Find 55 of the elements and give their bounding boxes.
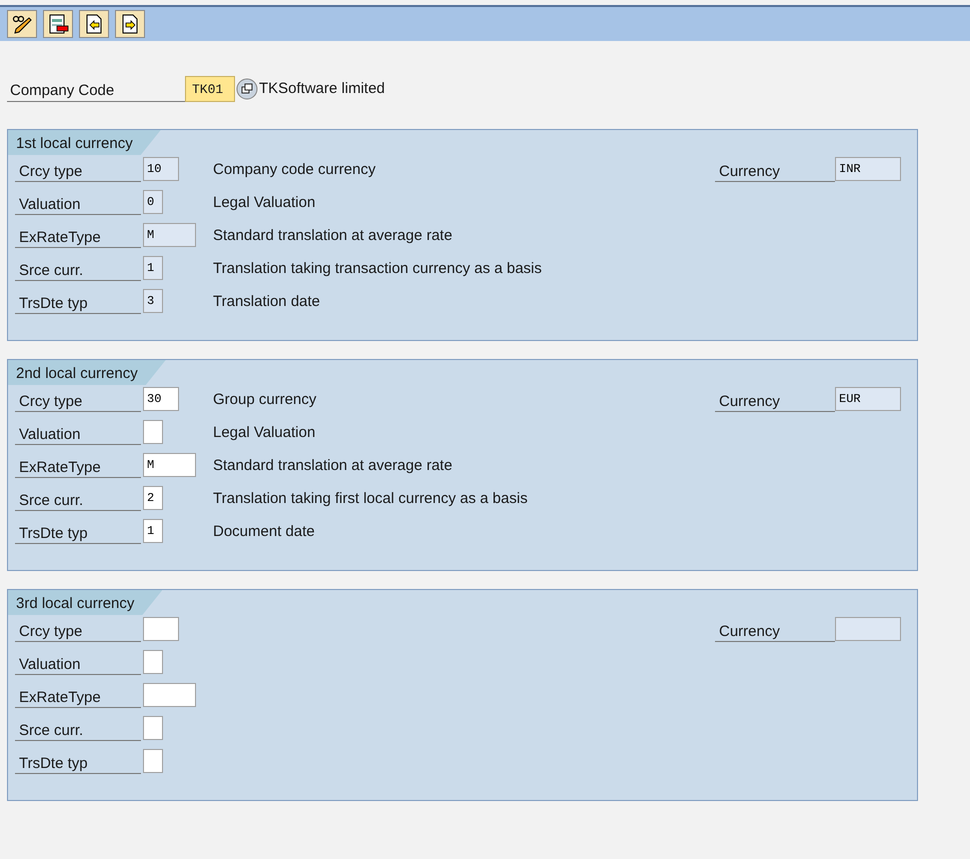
- input-field[interactable]: [143, 716, 163, 740]
- input-field[interactable]: [835, 617, 901, 641]
- description-text: Legal Valuation: [213, 422, 316, 443]
- field-label: ExRateType: [15, 222, 141, 248]
- description-text: Translation taking first local currency as a basis: [213, 488, 528, 509]
- description-text: Standard translation at average rate: [213, 456, 452, 476]
- input-field[interactable]: INR: [835, 157, 901, 181]
- popup-window-icon[interactable]: [236, 78, 258, 100]
- field-label: Valuation: [15, 189, 141, 215]
- field-label: Valuation: [15, 419, 141, 445]
- description-text: Document date: [213, 522, 315, 542]
- input-field[interactable]: 30: [143, 387, 179, 411]
- input-field[interactable]: [143, 617, 179, 641]
- input-field[interactable]: [143, 683, 196, 707]
- input-field[interactable]: 0: [143, 190, 163, 214]
- input-field[interactable]: EUR: [835, 387, 901, 411]
- field-label: TrsDte typ: [15, 288, 141, 314]
- field-label: Srce curr.: [15, 485, 141, 511]
- form-remove-icon: [47, 13, 69, 35]
- field-label: TrsDte typ: [15, 748, 141, 774]
- input-field[interactable]: [143, 749, 163, 773]
- field-label: Srce curr.: [15, 255, 141, 281]
- toolbar-button[interactable]: [115, 10, 145, 38]
- input-field[interactable]: 10: [143, 157, 179, 181]
- input-field[interactable]: M: [143, 223, 196, 247]
- field-label: Srce curr.: [15, 715, 141, 741]
- description-text: Translation taking transaction currency as a basis: [213, 258, 542, 279]
- description-text: Translation date: [213, 292, 320, 312]
- description-text: Company code currency: [213, 160, 376, 180]
- field-label: Valuation: [15, 649, 141, 675]
- input-field[interactable]: 3: [143, 289, 163, 313]
- field-label: Crcy type: [15, 156, 141, 182]
- company-name: TKSoftware limited: [258, 78, 385, 99]
- group-title: 1st local currency: [8, 130, 161, 155]
- input-field[interactable]: 1: [143, 519, 163, 543]
- input-field[interactable]: [143, 650, 163, 674]
- group-title: 3rd local currency: [8, 590, 162, 615]
- field-label: ExRateType: [15, 682, 141, 708]
- field-label: Crcy type: [15, 386, 141, 412]
- field-label: Crcy type: [15, 616, 141, 642]
- input-field[interactable]: 2: [143, 486, 163, 510]
- input-field[interactable]: 1: [143, 256, 163, 280]
- field-label: ExRateType: [15, 452, 141, 478]
- toolbar-button[interactable]: [43, 10, 73, 38]
- description-text: Group currency: [213, 390, 316, 410]
- input-field[interactable]: M: [143, 453, 196, 477]
- toolbar-button[interactable]: [79, 10, 109, 38]
- glasses-pencil-icon: [11, 13, 33, 35]
- group-title: 2nd local currency: [8, 360, 166, 385]
- input-field[interactable]: [143, 420, 163, 444]
- input-field[interactable]: TK01: [185, 76, 235, 102]
- field-label: TrsDte typ: [15, 518, 141, 544]
- description-text: Legal Valuation: [213, 192, 316, 213]
- description-text: Standard translation at average rate: [213, 226, 452, 246]
- toolbar-button[interactable]: [7, 10, 37, 38]
